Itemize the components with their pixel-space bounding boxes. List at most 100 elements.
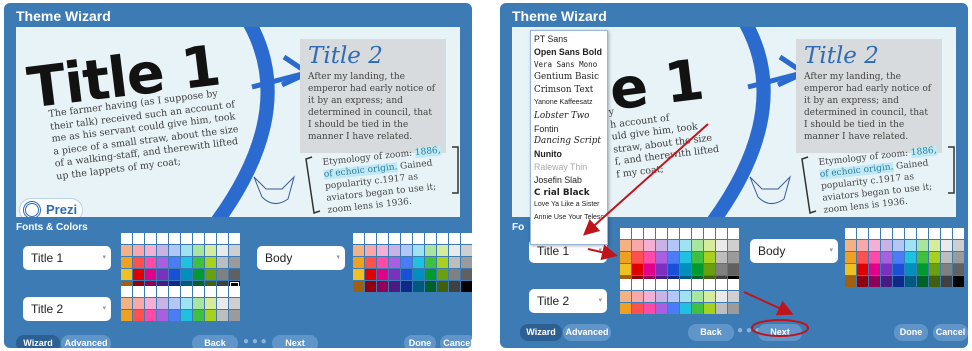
color-swatch[interactable] — [953, 240, 964, 251]
color-swatch[interactable] — [413, 245, 424, 256]
color-swatch[interactable] — [953, 264, 964, 275]
font-option[interactable]: Fontin — [534, 123, 604, 136]
color-swatch[interactable] — [644, 252, 655, 263]
color-swatch[interactable] — [413, 269, 424, 280]
color-swatch[interactable] — [644, 291, 655, 302]
color-swatch[interactable] — [401, 233, 412, 244]
color-swatch[interactable] — [461, 269, 472, 280]
color-swatch[interactable] — [869, 276, 880, 287]
color-swatch[interactable] — [205, 257, 216, 268]
advanced-tab[interactable]: Advanced — [61, 335, 111, 348]
color-swatch[interactable] — [205, 298, 216, 309]
color-swatch[interactable] — [680, 279, 691, 290]
color-swatch[interactable] — [728, 291, 739, 302]
color-swatch[interactable] — [620, 240, 631, 251]
color-swatch[interactable] — [461, 245, 472, 256]
color-swatch[interactable] — [905, 252, 916, 263]
color-swatch[interactable] — [620, 303, 631, 314]
color-swatch[interactable] — [953, 228, 964, 239]
color-swatch[interactable] — [157, 286, 168, 297]
color-swatch[interactable] — [644, 240, 655, 251]
color-swatch[interactable] — [881, 276, 892, 287]
color-swatch[interactable] — [353, 257, 364, 268]
color-swatch[interactable] — [704, 228, 715, 239]
color-swatch[interactable] — [917, 276, 928, 287]
color-swatch[interactable] — [193, 245, 204, 256]
color-swatch[interactable] — [644, 228, 655, 239]
color-swatch[interactable] — [893, 264, 904, 275]
next-button[interactable]: Next — [758, 324, 802, 341]
color-swatch[interactable] — [425, 281, 436, 292]
color-swatch[interactable] — [845, 264, 856, 275]
color-swatch[interactable] — [656, 303, 667, 314]
body-color-palette[interactable] — [353, 233, 472, 292]
color-swatch[interactable] — [157, 257, 168, 268]
color-swatch[interactable] — [656, 279, 667, 290]
color-swatch[interactable] — [620, 291, 631, 302]
color-swatch[interactable] — [692, 264, 703, 275]
color-swatch[interactable] — [217, 257, 228, 268]
color-swatch[interactable] — [728, 264, 739, 275]
color-swatch[interactable] — [704, 279, 715, 290]
color-swatch[interactable] — [449, 245, 460, 256]
color-swatch[interactable] — [133, 269, 144, 280]
back-button[interactable]: Back — [688, 324, 734, 341]
color-swatch[interactable] — [353, 269, 364, 280]
color-swatch[interactable] — [181, 257, 192, 268]
color-swatch[interactable] — [121, 257, 132, 268]
color-swatch[interactable] — [716, 240, 727, 251]
color-swatch[interactable] — [461, 257, 472, 268]
color-swatch[interactable] — [377, 257, 388, 268]
color-swatch[interactable] — [905, 240, 916, 251]
color-swatch[interactable] — [845, 276, 856, 287]
color-swatch[interactable] — [365, 257, 376, 268]
color-swatch[interactable] — [193, 269, 204, 280]
color-swatch[interactable] — [205, 233, 216, 244]
color-swatch[interactable] — [169, 269, 180, 280]
color-swatch[interactable] — [680, 303, 691, 314]
color-swatch[interactable] — [205, 245, 216, 256]
color-swatch[interactable] — [656, 240, 667, 251]
color-swatch[interactable] — [121, 286, 132, 297]
color-swatch[interactable] — [181, 298, 192, 309]
color-swatch[interactable] — [929, 252, 940, 263]
color-swatch[interactable] — [728, 252, 739, 263]
color-swatch[interactable] — [181, 233, 192, 244]
color-swatch[interactable] — [389, 245, 400, 256]
color-swatch[interactable] — [389, 233, 400, 244]
color-swatch[interactable] — [229, 233, 240, 244]
cancel-button[interactable]: Cancel — [933, 324, 968, 341]
color-swatch[interactable] — [869, 252, 880, 263]
color-swatch[interactable] — [121, 245, 132, 256]
color-swatch[interactable] — [644, 264, 655, 275]
color-swatch[interactable] — [929, 240, 940, 251]
color-swatch[interactable] — [644, 303, 655, 314]
font-option[interactable]: Nunito — [534, 148, 604, 161]
color-swatch[interactable] — [449, 281, 460, 292]
font-option[interactable]: Love Ya Like a Sister — [534, 199, 604, 212]
color-swatch[interactable] — [425, 257, 436, 268]
color-swatch[interactable] — [413, 257, 424, 268]
color-swatch[interactable] — [169, 245, 180, 256]
body-color-palette[interactable] — [845, 228, 964, 287]
color-swatch[interactable] — [917, 264, 928, 275]
color-swatch[interactable] — [905, 276, 916, 287]
font-option[interactable]: Annie Use Your Telescope — [534, 212, 604, 225]
color-swatch[interactable] — [145, 298, 156, 309]
color-swatch[interactable] — [668, 264, 679, 275]
color-swatch[interactable] — [401, 269, 412, 280]
title2-color-palette[interactable] — [121, 286, 240, 321]
title1-font-select[interactable]: Title 1 ▾ — [23, 246, 111, 270]
color-swatch[interactable] — [169, 298, 180, 309]
color-swatch[interactable] — [656, 264, 667, 275]
color-swatch[interactable] — [193, 257, 204, 268]
title2-color-palette[interactable] — [620, 279, 739, 314]
color-swatch[interactable] — [377, 281, 388, 292]
color-swatch[interactable] — [620, 264, 631, 275]
color-swatch[interactable] — [169, 233, 180, 244]
color-swatch[interactable] — [869, 228, 880, 239]
color-swatch[interactable] — [437, 245, 448, 256]
color-swatch[interactable] — [157, 310, 168, 321]
color-swatch[interactable] — [205, 310, 216, 321]
color-swatch[interactable] — [656, 291, 667, 302]
